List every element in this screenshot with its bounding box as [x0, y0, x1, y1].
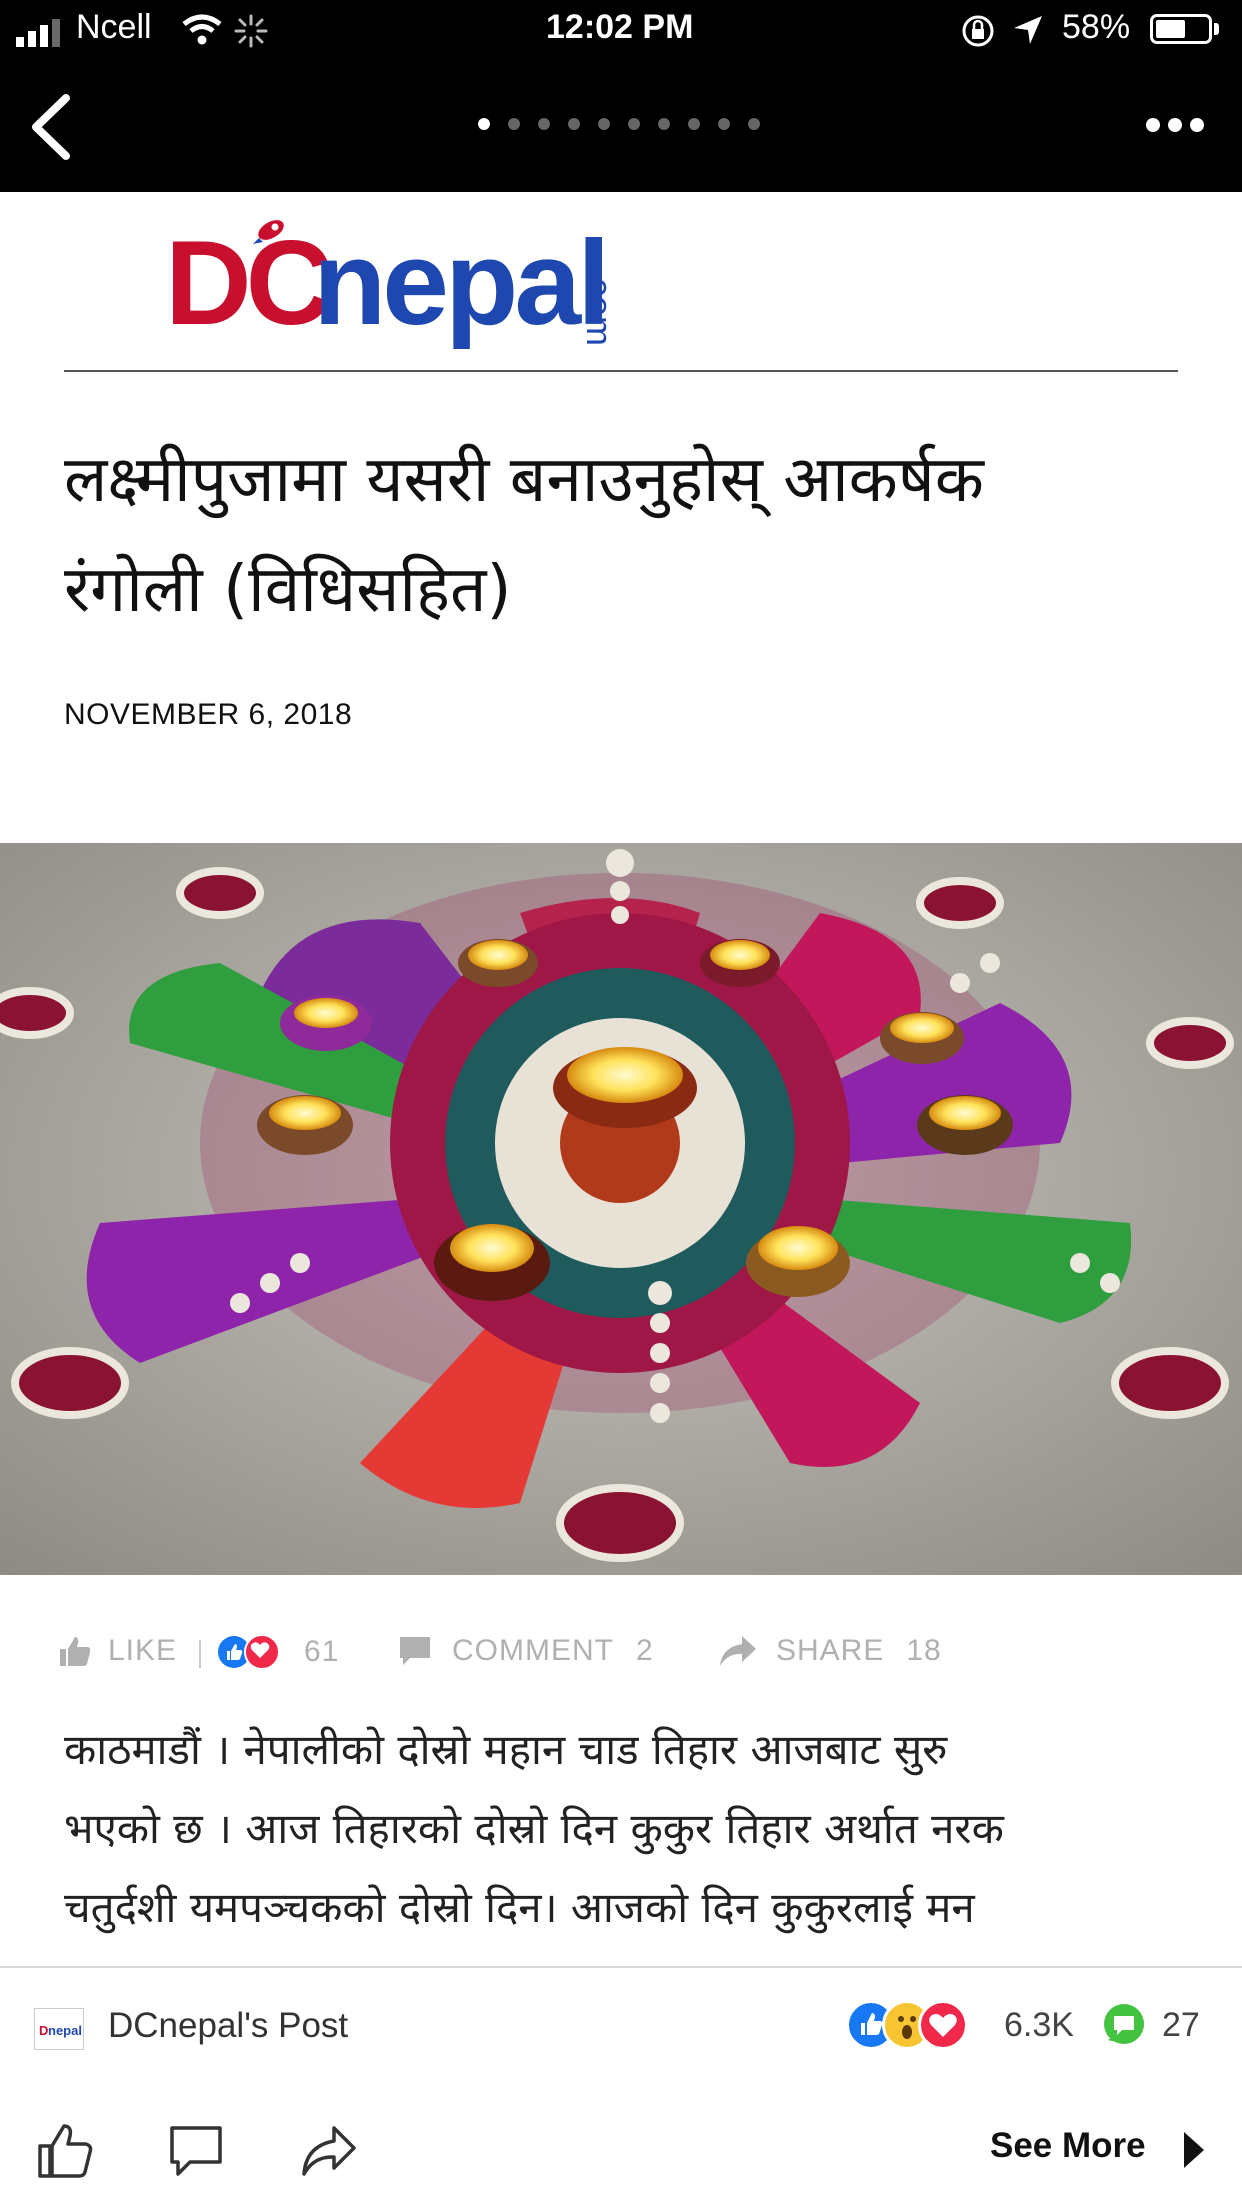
share-action[interactable]: SHARE 18: [718, 1634, 942, 1668]
share-arrow-icon: [720, 1636, 756, 1666]
page-dot: [718, 118, 730, 130]
love-reaction-icon: [244, 1634, 280, 1670]
share-outline-icon[interactable]: [300, 2124, 358, 2178]
post-title[interactable]: DCnepal's Post: [108, 2006, 348, 2046]
article-title-line: रंगोली (विधिसहित): [64, 553, 512, 627]
article-title-line: लक्ष्मीपुजामा यसरी बनाउनुहोस् आकर्षक: [64, 443, 984, 517]
wifi-icon: [182, 14, 222, 45]
bottom-toolbar: See More: [0, 2090, 1242, 2208]
comment-label: COMMENT: [452, 1634, 614, 1667]
reaction-count: 61: [304, 1635, 340, 1668]
signal-icon: [16, 19, 60, 47]
svg-text:D: D: [39, 2023, 48, 2038]
thumbs-up-icon: [60, 1637, 91, 1666]
article-title: लक्ष्मीपुजामा यसरी बनाउनुहोस् आकर्षक रंग…: [64, 425, 1184, 645]
battery-cap: [1214, 23, 1219, 35]
share-count: 18: [906, 1634, 942, 1667]
action-row: LIKE 61 COMMENT 2 SHARE 18: [58, 1630, 1198, 1680]
see-more-button[interactable]: See More: [990, 2126, 1146, 2166]
post-bar: D nepal DCnepal's Post 6.3K 27: [0, 1966, 1242, 2092]
page-dot: [598, 118, 610, 130]
action-separator: [199, 1640, 201, 1668]
rotation-lock-icon: [962, 15, 994, 47]
page-dot: [538, 118, 550, 130]
chevron-left-icon[interactable]: [26, 92, 74, 162]
thumbs-up-outline-icon[interactable]: [36, 2122, 94, 2180]
play-arrow-icon[interactable]: [1180, 2130, 1208, 2170]
status-bar: Ncell 12:02 PM 58%: [0, 0, 1242, 62]
reaction-summary[interactable]: 61: [218, 1634, 339, 1670]
svg-text:nepal: nepal: [48, 2023, 82, 2038]
share-label: SHARE: [776, 1634, 885, 1667]
battery-percent: 58%: [1062, 8, 1131, 46]
page-dot: [688, 118, 700, 130]
comments-summary[interactable]: 27: [1100, 2002, 1220, 2052]
like-label: LIKE: [108, 1634, 178, 1667]
post-reactions[interactable]: 6.3K: [846, 1998, 1086, 2054]
page-dot: [568, 118, 580, 130]
love-reaction-icon: [918, 2000, 968, 2050]
site-logo: DC nepal .com: [165, 210, 685, 350]
clock: 12:02 PM: [546, 8, 694, 46]
hero-image-rangoli[interactable]: [0, 843, 1242, 1575]
logo-text-nepal: nepal: [313, 216, 610, 350]
loading-spinner-icon: [234, 14, 268, 48]
article-date: NOVEMBER 6, 2018: [64, 698, 353, 731]
page-dot: [508, 118, 520, 130]
like-action[interactable]: LIKE: [58, 1634, 177, 1668]
body-paragraph-line: चतुर्दशी यमपञ्चकको दोस्रो दिन। आजको दिन …: [64, 1883, 975, 1932]
article-body: काठमाडौं । नेपालीको दोस्रो महान चाड तिहा…: [64, 1710, 1184, 1970]
reactions-count: 6.3K: [1004, 2006, 1074, 2044]
logo-text-com: .com: [579, 268, 620, 347]
comment-outline-icon[interactable]: [168, 2124, 224, 2178]
nav-bar: [0, 62, 1242, 192]
battery-icon: [1150, 14, 1212, 44]
page-avatar[interactable]: D nepal: [34, 2008, 84, 2050]
comments-count: 27: [1162, 2006, 1200, 2044]
comment-icon: [400, 1637, 430, 1665]
comment-count: 2: [635, 1634, 654, 1667]
carrier-name: Ncell: [76, 8, 152, 46]
page-dot: [658, 118, 670, 130]
comment-action[interactable]: COMMENT 2: [398, 1634, 654, 1668]
location-arrow-icon: [1014, 16, 1042, 44]
page-indicator: [478, 118, 778, 132]
body-paragraph-line: काठमाडौं । नेपालीको दोस्रो महान चाड तिहा…: [64, 1725, 948, 1774]
header-divider: [64, 370, 1178, 372]
logo-text-dc: DC: [165, 216, 332, 350]
body-paragraph-line: भएको छ । आज तिहारको दोस्रो दिन कुकुर तिह…: [64, 1804, 1004, 1853]
page-dot: [628, 118, 640, 130]
page-dot-active: [478, 118, 490, 130]
comment-bubble-icon: [1104, 2004, 1144, 2044]
more-dots-icon[interactable]: [1146, 118, 1206, 132]
page-dot: [748, 118, 760, 130]
